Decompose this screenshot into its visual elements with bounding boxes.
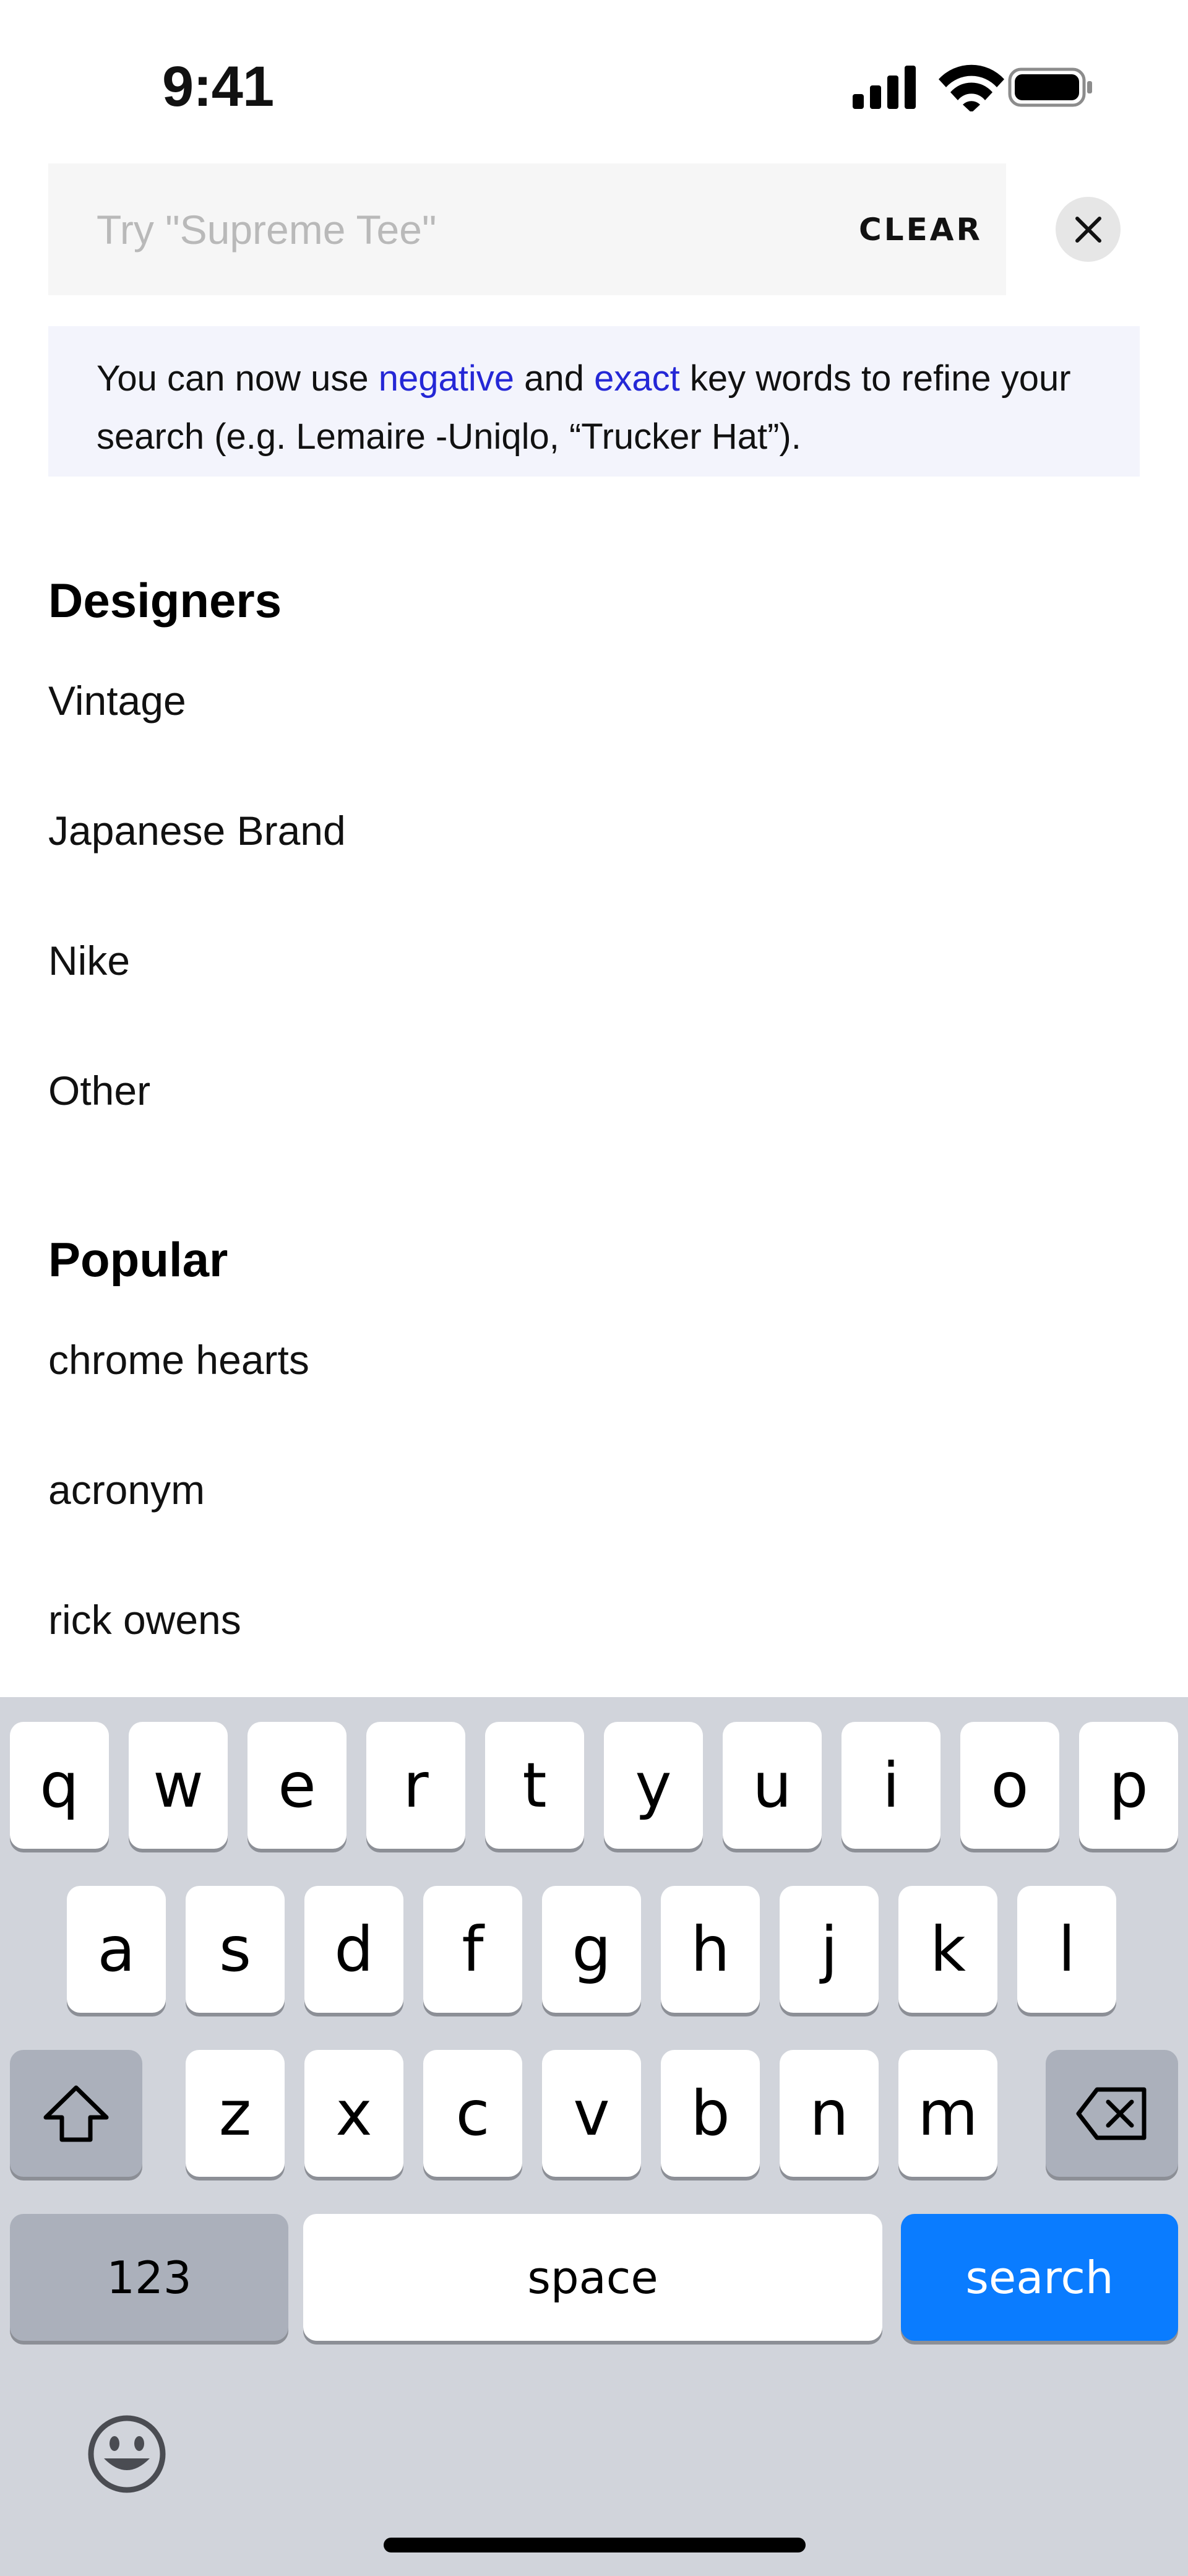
search-box: CLEAR	[48, 163, 1006, 295]
emoji-button[interactable]	[87, 2414, 167, 2494]
key-j[interactable]: j	[780, 1886, 879, 2013]
status-time: 9:41	[162, 55, 274, 118]
screen: 9:41 Try "Supreme Tee" CLEAR You can now…	[0, 0, 1188, 2576]
wifi-icon	[939, 64, 1004, 113]
key-l[interactable]: l	[1017, 1886, 1116, 2013]
keyboard: q w e r t y u i o p a s d f g h j k l z …	[0, 1697, 1188, 2576]
key-p[interactable]: p	[1079, 1722, 1178, 1849]
key-b[interactable]: b	[661, 2050, 760, 2177]
popular-item-rick-owens[interactable]: rick owens	[48, 1586, 1140, 1654]
key-z[interactable]: z	[186, 2050, 285, 2177]
shift-icon	[43, 2085, 109, 2142]
clear-button[interactable]: CLEAR	[853, 163, 989, 295]
status-bar: 9:41	[0, 0, 1188, 161]
designer-item-other[interactable]: Other	[48, 1057, 1140, 1125]
key-m[interactable]: m	[898, 2050, 997, 2177]
tip-negative-link[interactable]: negative	[379, 358, 514, 399]
tip-exact-link[interactable]: exact	[594, 358, 680, 399]
key-i[interactable]: i	[842, 1722, 940, 1849]
key-o[interactable]: o	[960, 1722, 1059, 1849]
key-q[interactable]: q	[10, 1722, 109, 1849]
key-a[interactable]: a	[67, 1886, 166, 2013]
key-u[interactable]: u	[723, 1722, 822, 1849]
search-input[interactable]	[97, 163, 827, 295]
key-c[interactable]: c	[423, 2050, 522, 2177]
designer-item-japanese-brand[interactable]: Japanese Brand	[48, 797, 1140, 865]
designer-item-nike[interactable]: Nike	[48, 927, 1140, 995]
key-f[interactable]: f	[423, 1886, 522, 2013]
backspace-icon	[1076, 2087, 1147, 2140]
search-key[interactable]: search	[901, 2214, 1178, 2341]
key-r[interactable]: r	[366, 1722, 465, 1849]
key-y[interactable]: y	[604, 1722, 703, 1849]
key-h[interactable]: h	[661, 1886, 760, 2013]
space-key[interactable]: space	[303, 2214, 882, 2341]
key-x[interactable]: x	[304, 2050, 403, 2177]
key-w[interactable]: w	[129, 1722, 228, 1849]
shift-key[interactable]	[10, 2050, 142, 2177]
search-tip-banner: You can now use negative and exact key w…	[48, 326, 1140, 477]
key-t[interactable]: t	[485, 1722, 584, 1849]
key-e[interactable]: e	[248, 1722, 346, 1849]
popular-heading: Popular	[48, 1232, 228, 1287]
tip-text-2: and	[514, 358, 595, 399]
status-icons	[848, 62, 1095, 113]
key-s[interactable]: s	[186, 1886, 285, 2013]
cellular-signal-icon	[853, 66, 916, 109]
home-indicator	[384, 2538, 806, 2552]
emoji-icon	[88, 2415, 166, 2493]
backspace-key[interactable]	[1046, 2050, 1178, 2177]
designers-heading: Designers	[48, 573, 282, 628]
popular-item-chrome-hearts[interactable]: chrome hearts	[48, 1326, 1140, 1394]
close-icon	[1075, 216, 1101, 243]
key-v[interactable]: v	[542, 2050, 641, 2177]
key-d[interactable]: d	[304, 1886, 403, 2013]
popular-item-acronym[interactable]: acronym	[48, 1456, 1140, 1524]
numbers-key[interactable]: 123	[10, 2214, 288, 2341]
key-g[interactable]: g	[542, 1886, 641, 2013]
close-button[interactable]	[1056, 197, 1121, 262]
key-n[interactable]: n	[780, 2050, 879, 2177]
battery-icon	[1008, 67, 1092, 107]
tip-text-1: You can now use	[97, 358, 379, 399]
designer-item-vintage[interactable]: Vintage	[48, 667, 1140, 735]
key-k[interactable]: k	[898, 1886, 997, 2013]
